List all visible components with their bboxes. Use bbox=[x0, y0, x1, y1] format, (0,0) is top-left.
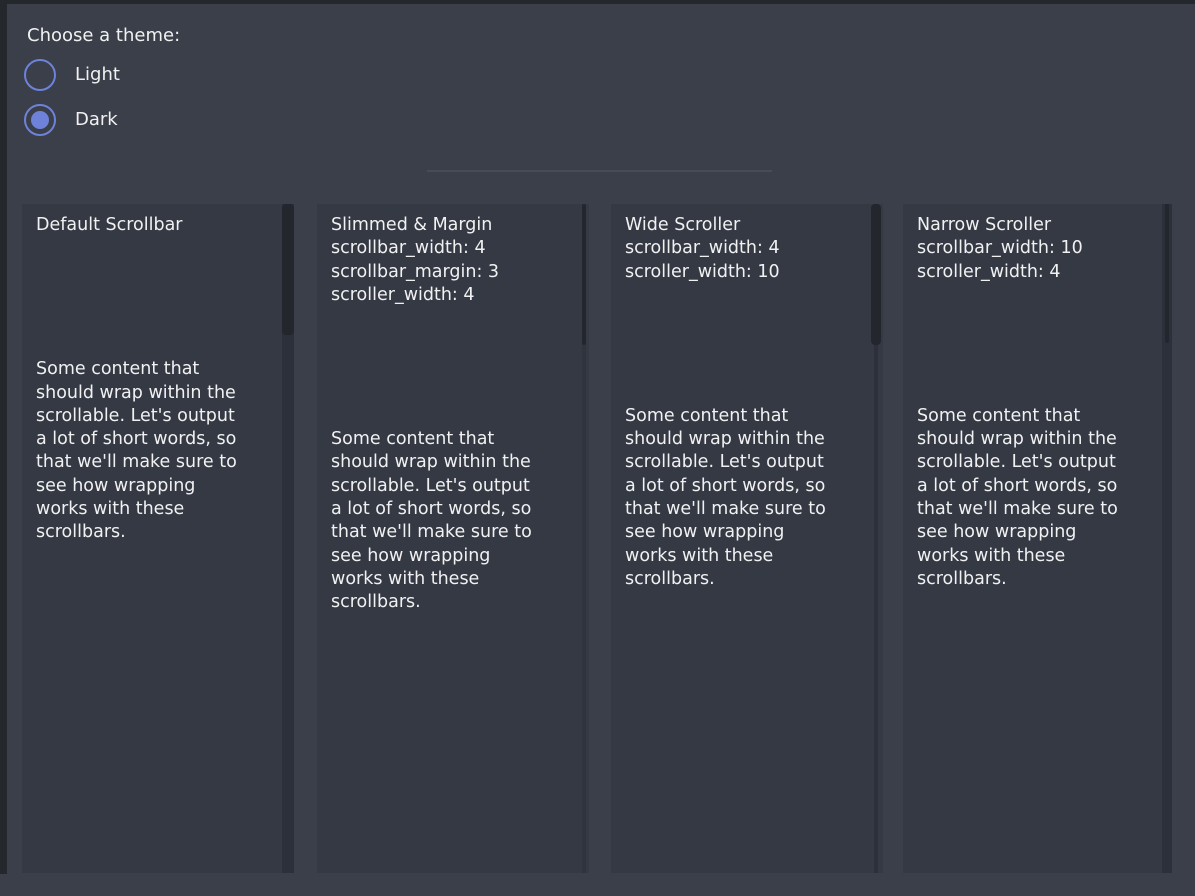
radio-label-light: Light bbox=[75, 59, 120, 91]
panel-params: scrollbar_width: 4 scrollbar_margin: 3 s… bbox=[331, 237, 563, 307]
panel-params: scrollbar_width: 10 scroller_width: 4 bbox=[917, 237, 1146, 284]
theme-chooser-label: Choose a theme: bbox=[27, 24, 180, 48]
panel-body-text: Some content that should wrap within the… bbox=[917, 405, 1146, 591]
divider bbox=[427, 170, 772, 172]
scroll-panel-default[interactable]: Default Scrollbar Some content that shou… bbox=[22, 204, 294, 873]
scrollbar-thumb[interactable] bbox=[582, 204, 586, 345]
window-frame-top bbox=[0, 0, 1195, 4]
panel-params: scrollbar_width: 4 scroller_width: 10 bbox=[625, 237, 857, 284]
scrollbar-thumb[interactable] bbox=[282, 204, 294, 335]
scroll-panel-narrow-scroller[interactable]: Narrow Scroller scrollbar_width: 10 scro… bbox=[903, 204, 1172, 873]
radio-option-dark[interactable]: Dark bbox=[24, 104, 118, 136]
panel-title: Default Scrollbar bbox=[36, 214, 268, 237]
radio-icon-light bbox=[24, 59, 56, 91]
radio-option-light[interactable]: Light bbox=[24, 59, 120, 91]
panel-title: Wide Scroller bbox=[625, 214, 857, 237]
scroll-panel-slimmed-margin[interactable]: Slimmed & Margin scrollbar_width: 4 scro… bbox=[317, 204, 589, 873]
panel-body-text: Some content that should wrap within the… bbox=[625, 405, 857, 591]
panel-title: Slimmed & Margin bbox=[331, 214, 563, 237]
scrollbar-thumb[interactable] bbox=[871, 204, 881, 345]
radio-icon-dark bbox=[24, 104, 56, 136]
radio-label-dark: Dark bbox=[75, 104, 118, 136]
window-frame-left bbox=[0, 0, 7, 874]
panel-body-text: Some content that should wrap within the… bbox=[331, 428, 563, 614]
scroll-panel-wide-scroller[interactable]: Wide Scroller scrollbar_width: 4 scrolle… bbox=[611, 204, 883, 873]
radio-selected-dot bbox=[31, 111, 49, 129]
scrollbar-thumb[interactable] bbox=[1165, 204, 1169, 343]
panel-body-text: Some content that should wrap within the… bbox=[36, 358, 268, 544]
panel-title: Narrow Scroller bbox=[917, 214, 1146, 237]
